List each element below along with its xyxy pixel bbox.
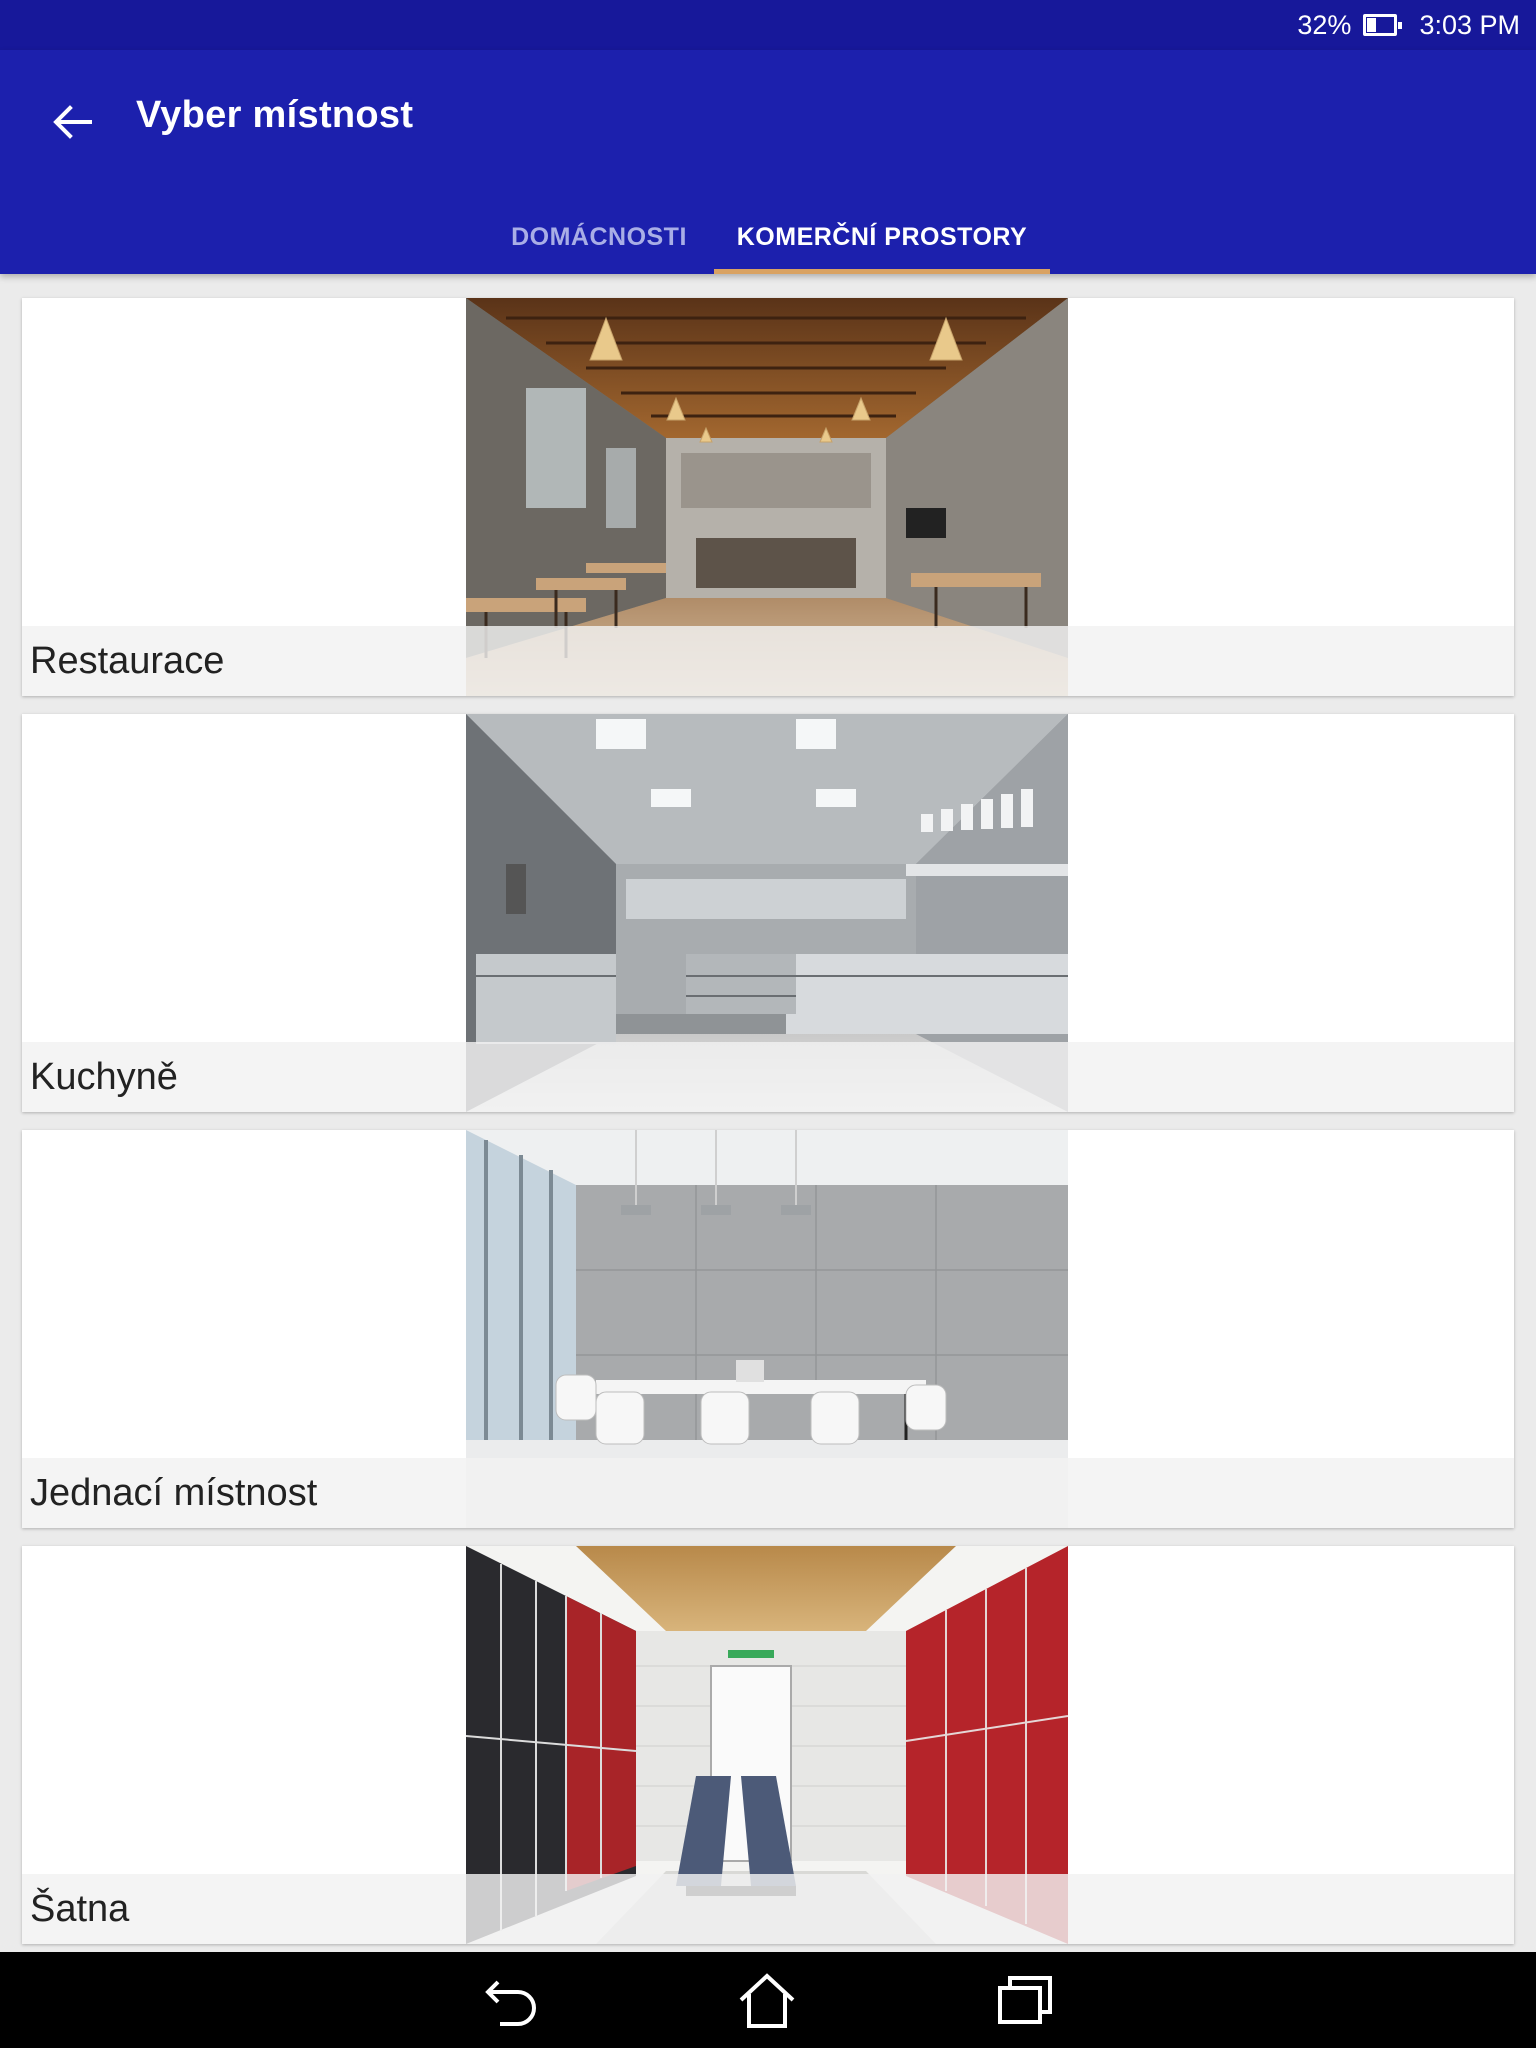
arrow-left-icon: [53, 105, 92, 139]
room-card-satna[interactable]: Šatna: [22, 1546, 1514, 1944]
page-title: Vyber místnost: [136, 94, 414, 136]
nav-back-button[interactable]: [472, 1966, 552, 2034]
system-nav-bar: [0, 1952, 1536, 2048]
nav-home-button[interactable]: [727, 1966, 807, 2034]
room-label: Šatna: [30, 1887, 130, 1930]
room-card-kuchyne[interactable]: Kuchyně: [22, 714, 1514, 1112]
tab-indicator: [714, 269, 1050, 274]
room-card-jednaci-mistnost[interactable]: Jednací místnost: [22, 1130, 1514, 1528]
battery-percent: 32%: [1297, 9, 1352, 40]
battery-icon: [1363, 14, 1403, 36]
status-bar: 32% 3:03 PM: [0, 0, 1536, 50]
nav-recents-button[interactable]: [985, 1966, 1065, 2034]
home-icon: [739, 1973, 795, 2028]
room-label-bar: Kuchyně: [22, 1042, 1514, 1112]
app-bar: Vyber místnost DOMÁCNOSTI KOMERČNÍ PROST…: [0, 50, 1536, 274]
room-label: Restaurace: [30, 639, 225, 682]
recents-icon: [998, 1976, 1052, 2024]
room-label: Kuchyně: [30, 1055, 178, 1098]
tab-komercni-prostory[interactable]: KOMERČNÍ PROSTORY: [714, 200, 1050, 274]
back-icon: [485, 1980, 536, 2026]
back-button[interactable]: [34, 84, 110, 160]
room-card-restaurace[interactable]: Restaurace: [22, 298, 1514, 696]
tab-domacnosti[interactable]: DOMÁCNOSTI: [486, 200, 712, 274]
room-label-bar: Jednací místnost: [22, 1458, 1514, 1528]
room-label-bar: Restaurace: [22, 626, 1514, 696]
room-label: Jednací místnost: [30, 1471, 318, 1514]
tab-bar: DOMÁCNOSTI KOMERČNÍ PROSTORY: [0, 200, 1536, 274]
clock: 3:03 PM: [1419, 9, 1520, 40]
room-label-bar: Šatna: [22, 1874, 1514, 1944]
